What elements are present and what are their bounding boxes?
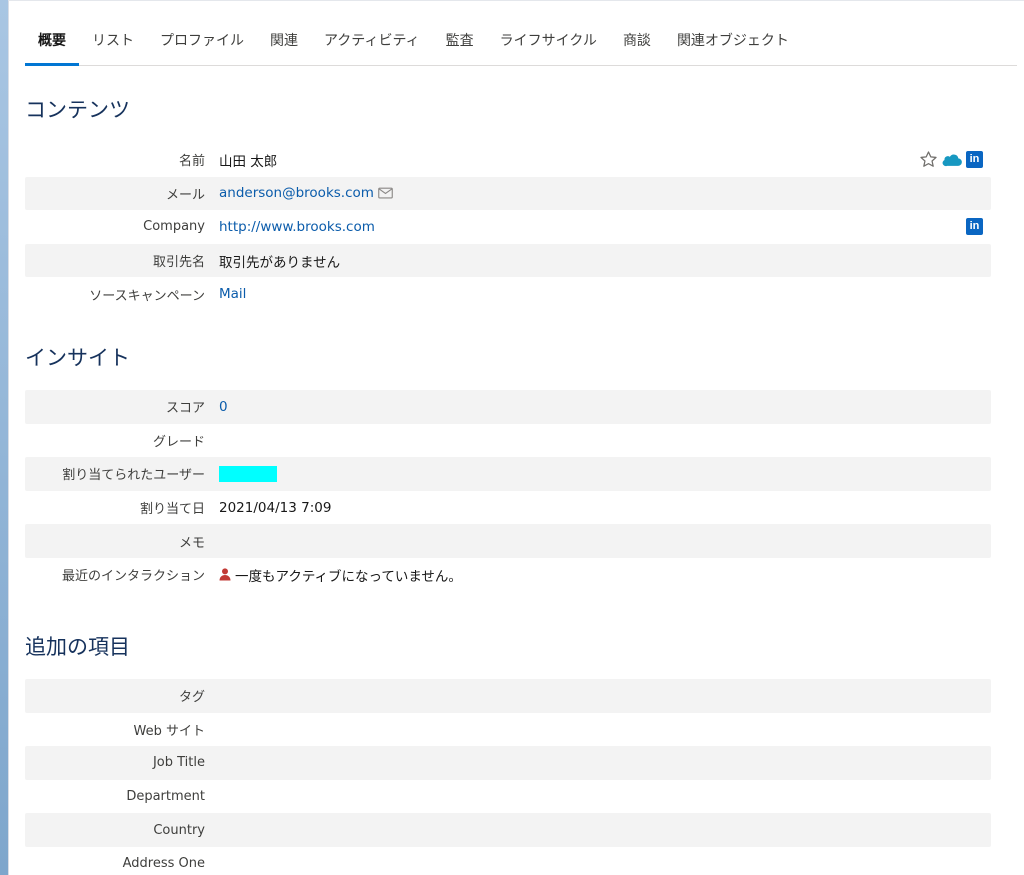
field-label: Department	[126, 789, 205, 805]
field-label: メール	[165, 187, 205, 203]
field-label: メモ	[178, 535, 205, 551]
tab-bar: 概要 リスト プロファイル 関連 アクティビティ 監査 ライフサイクル 商談 関…	[25, 21, 1017, 66]
field-label: 割り当てられたユーザー	[62, 468, 205, 484]
field-row-tag: タグ	[25, 679, 991, 713]
email-value: anderson@brooks.com	[219, 185, 393, 201]
field-label: Country	[153, 822, 205, 838]
company-website-link[interactable]: http://www.brooks.com	[219, 219, 375, 235]
field-row-grade: グレード	[25, 424, 991, 458]
company-actions: in	[966, 210, 983, 244]
field-row-assigned-user: 割り当てられたユーザー	[25, 457, 991, 491]
field-label: Company	[143, 219, 205, 235]
field-row-company: Company http://www.brooks.com in	[25, 210, 991, 244]
field-label: ソースキャンペーン	[89, 288, 205, 304]
star-icon[interactable]	[919, 150, 938, 169]
field-label: 割り当て日	[139, 502, 205, 518]
section-title-contents: コンテンツ	[25, 98, 130, 122]
linkedin-icon[interactable]: in	[966, 218, 983, 236]
tab-overview[interactable]: 概要	[25, 21, 79, 66]
person-icon	[219, 568, 231, 581]
field-label: Web サイト	[133, 723, 205, 739]
field-label: グレード	[152, 434, 205, 450]
campaign-link[interactable]: Mail	[219, 286, 246, 302]
tab-related[interactable]: 関連	[257, 21, 311, 65]
field-label: 最近のインタラクション	[61, 569, 205, 585]
email-link[interactable]: anderson@brooks.com	[219, 185, 374, 201]
field-row-name: 名前 山田 太郎 in	[25, 143, 991, 177]
account-value: 取引先がありません	[219, 254, 341, 271]
field-row-account: 取引先名 取引先がありません	[25, 243, 991, 278]
interaction-value: 一度もアクティブになっていません。	[219, 565, 462, 585]
field-label: Job Title	[152, 755, 205, 771]
field-row-website: Web サイト	[25, 713, 991, 747]
field-row-score: スコア 0	[25, 390, 991, 424]
field-row-department: Department	[25, 780, 991, 814]
section-title-insight: インサイト	[25, 346, 130, 370]
field-row-email: メール anderson@brooks.com	[25, 176, 991, 211]
field-row-country: Country	[25, 813, 991, 847]
field-label: Address One	[122, 856, 205, 872]
field-label: スコア	[165, 401, 205, 417]
field-label: 取引先名	[152, 255, 205, 271]
score-link[interactable]: 0	[219, 399, 228, 415]
envelope-icon[interactable]	[378, 187, 393, 199]
field-label: タグ	[178, 690, 205, 706]
interaction-text: 一度もアクティブになっていません。	[235, 568, 462, 585]
section-title-additional: 追加の項目	[25, 635, 130, 659]
record-panel: 概要 リスト プロファイル 関連 アクティビティ 監査 ライフサイクル 商談 関…	[8, 0, 1024, 875]
salesforce-cloud-icon[interactable]	[942, 153, 962, 167]
additional-fields: タグ Web サイト Job Title Department Country …	[25, 679, 991, 875]
tab-profile[interactable]: プロファイル	[147, 21, 257, 65]
field-row-source-campaign: ソースキャンペーン Mail	[25, 277, 991, 311]
assigned-user-value	[219, 465, 277, 482]
tab-audit[interactable]: 監査	[433, 21, 487, 65]
tab-related-objects[interactable]: 関連オブジェクト	[664, 21, 802, 65]
score-value: 0	[219, 399, 228, 415]
field-row-job-title: Job Title	[25, 746, 991, 780]
name-value: 山田 太郎	[219, 153, 278, 170]
field-row-assigned-date: 割り当て日 2021/04/13 7:09	[25, 491, 991, 525]
field-row-address-one: Address One	[25, 847, 991, 875]
redacted-block	[219, 465, 277, 482]
background-window-edge	[0, 0, 8, 875]
linkedin-icon[interactable]: in	[966, 151, 983, 169]
campaign-value: Mail	[219, 286, 246, 302]
tab-lifecycle[interactable]: ライフサイクル	[487, 21, 610, 65]
assigned-date-value: 2021/04/13 7:09	[219, 499, 332, 516]
name-actions: in	[919, 143, 983, 177]
field-label: 名前	[178, 154, 205, 170]
field-row-memo: メモ	[25, 524, 991, 558]
contents-fields: 名前 山田 太郎 in メール anderson@brooks.com Comp…	[25, 143, 991, 311]
company-value: http://www.brooks.com	[219, 219, 375, 235]
tab-opportunities[interactable]: 商談	[610, 21, 664, 65]
field-row-recent-interaction: 最近のインタラクション 一度もアクティブになっていません。	[25, 558, 991, 592]
insight-fields: スコア 0 グレード 割り当てられたユーザー 割り当て日 2021/04/13 …	[25, 390, 991, 592]
tab-activity[interactable]: アクティビティ	[311, 21, 433, 65]
tab-list[interactable]: リスト	[79, 21, 147, 65]
